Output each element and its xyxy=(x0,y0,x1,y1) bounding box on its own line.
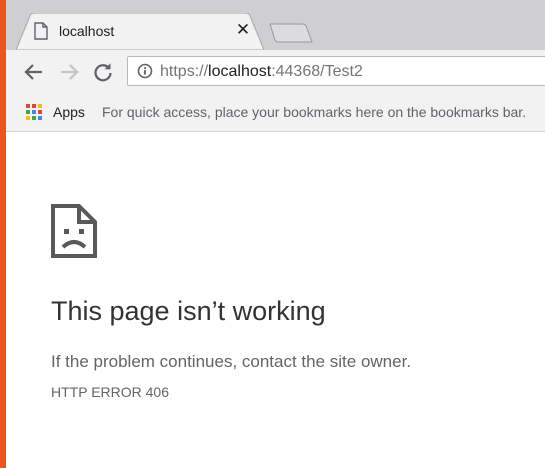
forward-arrow-icon xyxy=(61,64,79,80)
url-scheme: https:// xyxy=(160,63,209,80)
address-bar[interactable]: https://localhost:44368/Test2 xyxy=(127,56,545,86)
active-tab[interactable]: localhost ✕ xyxy=(16,13,264,50)
error-code: HTTP ERROR 406 xyxy=(51,384,169,400)
url-path: :44368/Test2 xyxy=(271,63,363,80)
error-message: If the problem continues, contact the si… xyxy=(51,352,412,371)
reload-icon xyxy=(94,63,112,82)
apps-shortcut[interactable]: Apps xyxy=(53,103,85,121)
sad-file-icon xyxy=(51,204,97,258)
url-host: localhost xyxy=(208,63,272,80)
url-text[interactable]: https://localhost:44368/Test2 xyxy=(160,62,363,82)
new-tab-icon xyxy=(269,23,313,43)
forward-button[interactable] xyxy=(57,60,81,84)
left-edge-accent xyxy=(0,0,6,468)
bookmarks-hint: For quick access, place your bookmarks h… xyxy=(102,104,527,120)
tab-close-icon[interactable]: ✕ xyxy=(234,21,252,39)
tab-shape xyxy=(16,13,264,50)
browser-window: localhost ✕ https://localhost:44368/Test… xyxy=(0,0,545,468)
tab-title: localhost xyxy=(59,23,115,39)
page-icon xyxy=(34,22,48,40)
back-button[interactable] xyxy=(22,60,46,84)
back-arrow-icon xyxy=(24,64,42,80)
tab-strip: localhost ✕ xyxy=(0,0,545,50)
new-tab-button[interactable] xyxy=(268,21,314,45)
error-heading: This page isn’t working xyxy=(51,296,326,326)
bookmarks-bar: Apps For quick access, place your bookma… xyxy=(0,94,545,132)
apps-grid-icon[interactable] xyxy=(26,104,42,120)
reload-button[interactable] xyxy=(91,60,115,84)
page-content: This page isn’t working If the problem c… xyxy=(6,132,545,468)
info-icon[interactable] xyxy=(137,63,153,79)
